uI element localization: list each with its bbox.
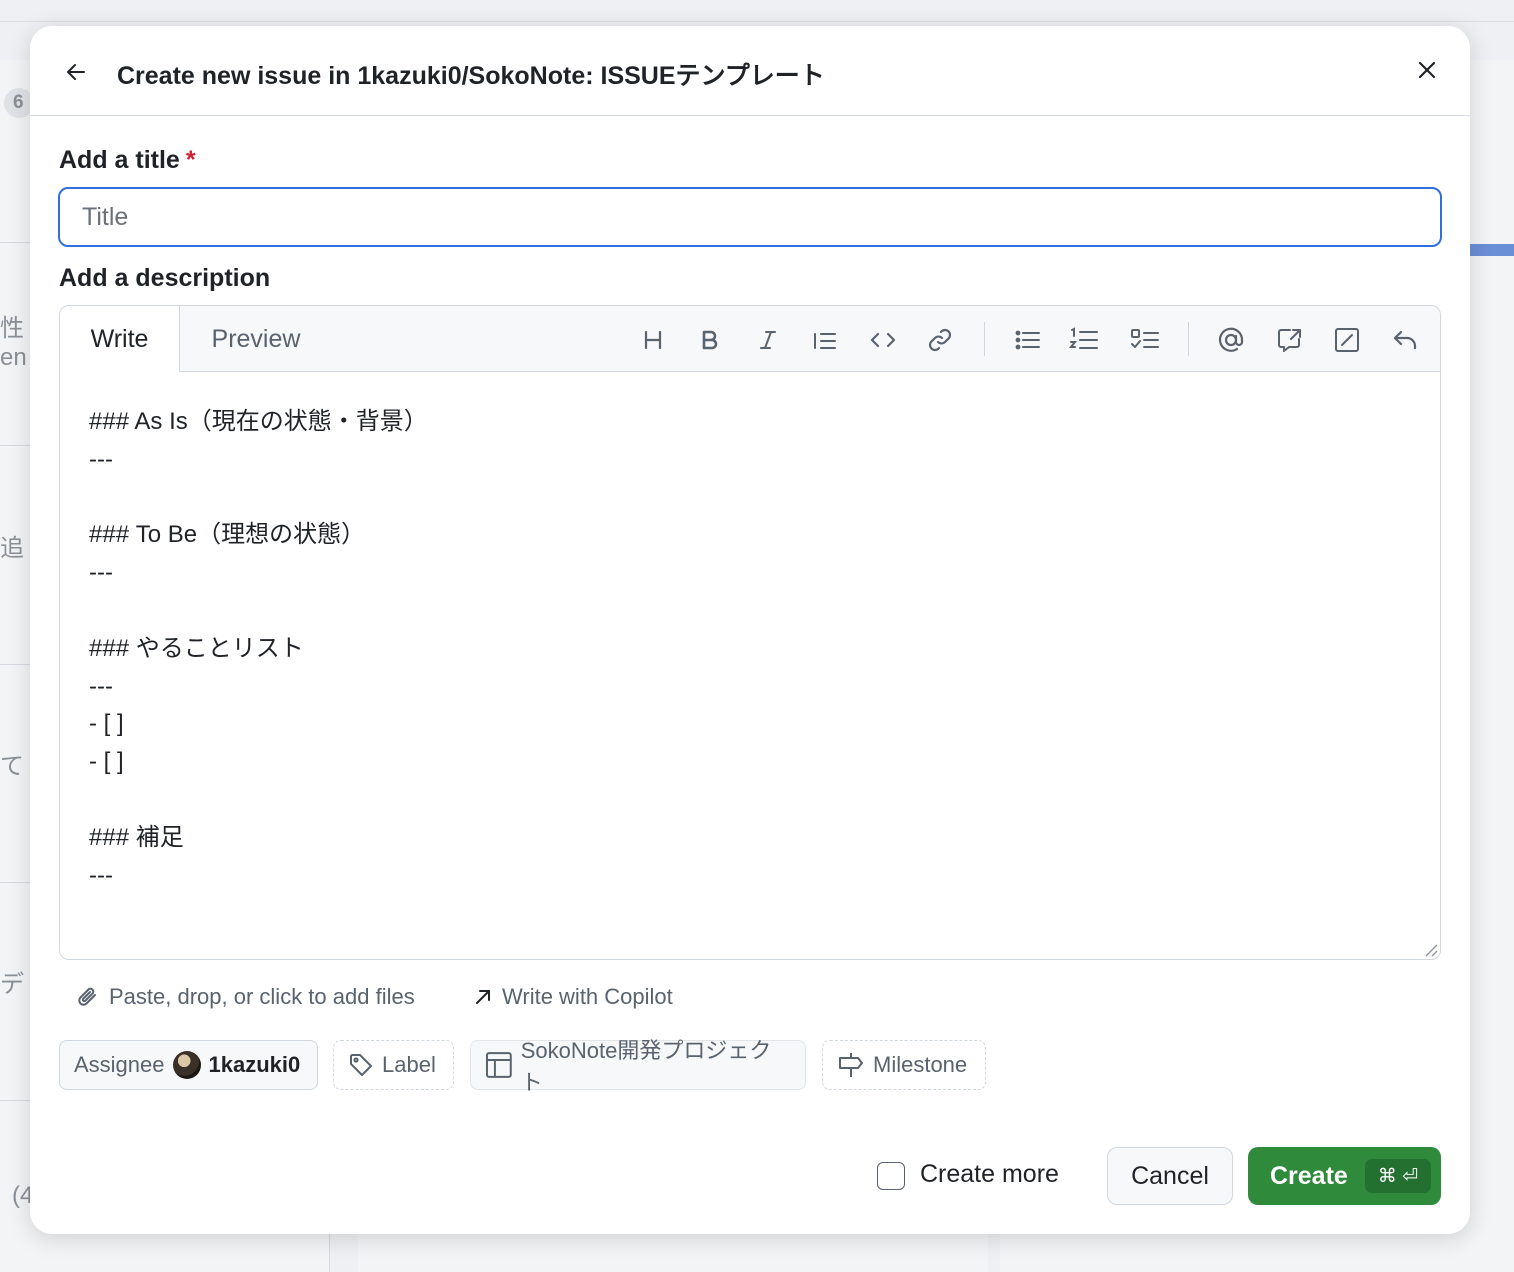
bold-icon [702,330,718,350]
cancel-button[interactable]: Cancel [1107,1147,1233,1205]
shortcut-text: ⌘ ⏎ [1377,1165,1419,1187]
project-button[interactable]: SokoNote開発プロジェクト [470,1038,806,1095]
label-button[interactable]: Label [333,1040,454,1090]
background-divider [0,882,30,883]
reference-icon [1278,329,1301,352]
mention-button[interactable] [1211,320,1251,360]
add-files-text: Paste, drop, or click to add files [109,984,415,1009]
reference-button[interactable] [1270,320,1310,360]
description-textarea[interactable]: ### As Is（現在の状態・背景） --- ### To Be（理想の状態）… [60,372,1440,959]
resize-handle-icon[interactable] [1422,941,1438,957]
title-input[interactable] [58,187,1442,247]
quote-icon [814,333,836,349]
ordered-list-icon [1069,327,1098,349]
italic-icon [760,331,776,349]
write-with-copilot-button[interactable]: Write with Copilot [472,984,673,1010]
saved-replies-button[interactable] [1327,320,1367,360]
toolbar-divider [984,322,985,356]
add-files-button[interactable]: Paste, drop, or click to add files [75,984,415,1010]
dialog-header: Create new issue in 1kazuki0/SokoNote: I… [30,26,1470,116]
required-mark: * [185,146,196,174]
project-text: SokoNote開発プロジェクト [520,1038,772,1095]
milestone-button[interactable]: Milestone [822,1040,986,1090]
copilot-text: Write with Copilot [502,984,673,1009]
tab-preview[interactable]: Preview [180,306,332,373]
undo-button[interactable] [1385,320,1425,360]
markdown-editor: Write Preview ### As Is（現在の状態・背景） --- ##… [59,305,1441,960]
unordered-list-icon [1015,330,1040,350]
close-icon [1418,61,1436,79]
quote-button[interactable] [805,320,845,360]
back-button[interactable] [56,52,96,92]
paperclip-icon [78,987,96,1006]
editor-header: Write Preview [60,306,1440,373]
table-icon [485,1052,512,1078]
background-text: 追 [0,535,24,562]
unordered-list-button[interactable] [1008,320,1048,360]
heading-icon [644,330,662,350]
create-more-checkbox[interactable] [877,1162,905,1190]
close-button[interactable] [1407,50,1447,90]
background-divider [0,242,30,243]
heading-button[interactable] [633,320,673,360]
background-text: 性 [0,315,24,342]
bold-button[interactable] [690,320,730,360]
milestone-icon [839,1053,863,1077]
arrow-left-icon [67,64,85,80]
assignee-button[interactable]: Assignee 1kazuki0 [59,1040,318,1090]
undo-icon [1393,330,1417,350]
title-label: Add a title * [59,146,196,175]
saved-replies-icon [1335,328,1359,352]
background-divider [0,664,30,665]
background-topbar [0,0,1514,22]
label-text: Label [382,1052,436,1077]
code-button[interactable] [863,320,903,360]
description-label: Add a description [59,264,271,292]
task-list-button[interactable] [1125,320,1165,360]
background-divider [0,445,30,446]
code-icon [870,332,896,348]
mention-icon [1218,327,1244,352]
background-text: デ [0,971,24,998]
task-list-icon [1131,329,1159,348]
background-content-strip [358,1234,988,1272]
avatar [172,1051,201,1079]
toolbar-divider [1188,322,1189,356]
create-issue-dialog: Create new issue in 1kazuki0/SokoNote: I… [30,26,1470,1234]
keyboard-shortcut: ⌘ ⏎ [1365,1159,1431,1193]
create-more-label[interactable]: Create more [920,1160,1059,1189]
background-divider [0,1100,30,1101]
ordered-list-button[interactable] [1064,320,1104,360]
assignee-name: 1kazuki0 [208,1052,301,1077]
assignee-label: Assignee [74,1052,165,1077]
background-text: て [0,753,24,780]
arrow-up-right-icon [476,990,490,1004]
cancel-label: Cancel [1131,1161,1209,1190]
italic-button[interactable] [748,320,788,360]
dialog-title: Create new issue in 1kazuki0/SokoNote: I… [117,62,825,90]
tab-write[interactable]: Write [60,306,180,373]
create-label: Create [1270,1161,1348,1190]
background-progress-bar [1470,244,1514,256]
create-button[interactable]: Create ⌘ ⏎ [1248,1147,1441,1205]
title-label-text: Add a title [59,146,180,174]
link-icon [928,328,952,352]
link-button[interactable] [920,320,960,360]
tag-icon [350,1054,372,1076]
milestone-text: Milestone [873,1052,968,1077]
background-text: en [0,344,27,371]
